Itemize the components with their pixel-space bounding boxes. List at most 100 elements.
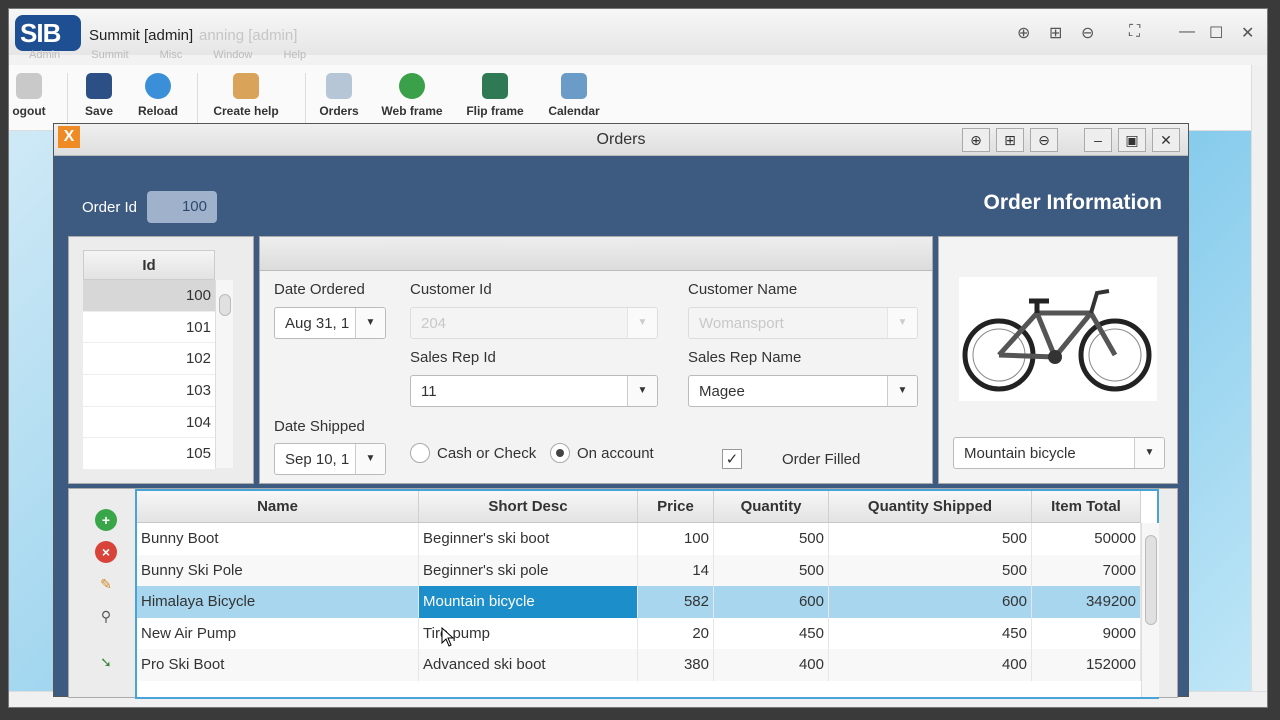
frame-minimize-icon[interactable]: –: [1084, 128, 1112, 152]
orders-button[interactable]: Orders: [317, 73, 361, 118]
cash-or-check-radio[interactable]: [410, 443, 430, 463]
search-icon[interactable]: ⚲: [95, 605, 117, 627]
id-row[interactable]: 102: [83, 343, 215, 376]
chevron-down-icon[interactable]: ▼: [355, 444, 385, 474]
chevron-down-icon[interactable]: ▼: [1134, 438, 1164, 468]
fit-icon[interactable]: ⊞: [1049, 23, 1062, 43]
id-row[interactable]: 101: [83, 311, 215, 344]
frame-zoom-in-icon[interactable]: ⊕: [962, 128, 990, 152]
cell-item-total[interactable]: 152000: [1032, 649, 1141, 681]
cell-price[interactable]: 14: [638, 554, 714, 587]
id-list-scrollbar[interactable]: [215, 280, 233, 468]
scrollbar-thumb[interactable]: [219, 294, 231, 316]
cell-item-total[interactable]: 7000: [1032, 554, 1141, 587]
scrollbar-thumb[interactable]: [1145, 535, 1157, 625]
menu-admin[interactable]: Admin: [29, 49, 60, 61]
cell-quantity[interactable]: 500: [714, 523, 829, 555]
cell-short-desc[interactable]: Beginner's ski pole: [419, 554, 638, 587]
fullscreen-icon[interactable]: ⛶: [1129, 23, 1140, 41]
order-filled-checkbox[interactable]: ✓: [722, 449, 742, 469]
id-row[interactable]: 105: [83, 438, 215, 471]
minimize-icon[interactable]: —: [1179, 23, 1195, 41]
cell-price[interactable]: 20: [638, 617, 714, 650]
edit-icon[interactable]: ✎: [95, 573, 117, 595]
cell-quantity[interactable]: 600: [714, 586, 829, 618]
maximize-icon[interactable]: ☐: [1209, 23, 1223, 43]
calendar-button[interactable]: Calendar: [545, 73, 603, 118]
close-icon[interactable]: ✕: [1241, 23, 1254, 43]
on-account-label[interactable]: On account: [577, 445, 654, 462]
cell-name[interactable]: New Air Pump: [137, 617, 419, 650]
save-button[interactable]: Save: [79, 73, 119, 118]
create-help-button[interactable]: Create help: [209, 73, 283, 118]
id-row[interactable]: 104: [83, 406, 215, 439]
order-id-field[interactable]: 100: [147, 191, 217, 223]
menu-summit[interactable]: Summit: [91, 49, 128, 61]
cell-name[interactable]: Himalaya Bicycle: [137, 586, 419, 618]
cell-quantity-shipped[interactable]: 600: [829, 586, 1032, 618]
cell-short-desc[interactable]: Beginner's ski boot: [419, 523, 638, 555]
table-row[interactable]: Bunny Ski Pole Beginner's ski pole 14 50…: [137, 554, 1141, 587]
web-frame-button[interactable]: Web frame: [379, 73, 445, 118]
add-icon[interactable]: +: [95, 509, 117, 531]
table-row[interactable]: Bunny Boot Beginner's ski boot 100 500 5…: [137, 523, 1141, 555]
column-header-name[interactable]: Name: [137, 491, 419, 522]
frame-zoom-out-icon[interactable]: ⊖: [1030, 128, 1058, 152]
chevron-down-icon[interactable]: ▼: [887, 376, 917, 406]
chevron-down-icon[interactable]: ▼: [355, 308, 385, 338]
cell-name[interactable]: Bunny Boot: [137, 523, 419, 555]
items-table-scrollbar[interactable]: [1141, 523, 1159, 697]
id-column-header[interactable]: Id: [83, 250, 215, 280]
logout-button[interactable]: ogout: [9, 73, 49, 118]
cell-name[interactable]: Bunny Ski Pole: [137, 554, 419, 587]
cell-name[interactable]: Pro Ski Boot: [137, 649, 419, 681]
table-row[interactable]: Pro Ski Boot Advanced ski boot 380 400 4…: [137, 649, 1141, 681]
sales-rep-id-select[interactable]: 11 ▼: [410, 375, 658, 407]
table-row[interactable]: New Air Pump Tire pump 20 450 450 9000: [137, 617, 1141, 650]
menu-help[interactable]: Help: [283, 49, 306, 61]
cell-item-total[interactable]: 50000: [1032, 523, 1141, 555]
menu-misc[interactable]: Misc: [160, 49, 183, 61]
date-shipped-picker[interactable]: Sep 10, 1 ▼: [274, 443, 386, 475]
cell-quantity[interactable]: 400: [714, 649, 829, 681]
sales-rep-name-select[interactable]: Magee ▼: [688, 375, 918, 407]
cell-price[interactable]: 100: [638, 523, 714, 555]
orders-title-bar[interactable]: X Orders ⊕ ⊞ ⊖ – ▣ ✕: [54, 124, 1188, 156]
frame-maximize-icon[interactable]: ▣: [1118, 128, 1146, 152]
flip-frame-button[interactable]: Flip frame: [463, 73, 527, 118]
cell-short-desc[interactable]: Advanced ski boot: [419, 649, 638, 681]
cell-item-total[interactable]: 349200: [1032, 586, 1141, 618]
column-header-short-desc[interactable]: Short Desc: [419, 491, 638, 522]
table-row-selected[interactable]: Himalaya Bicycle Mountain bicycle 582 60…: [137, 586, 1141, 618]
product-select[interactable]: Mountain bicycle ▼: [953, 437, 1165, 469]
column-header-price[interactable]: Price: [638, 491, 714, 522]
vertical-scrollbar[interactable]: [1251, 65, 1267, 695]
column-header-item-total[interactable]: Item Total: [1032, 491, 1141, 522]
cell-quantity-shipped[interactable]: 450: [829, 617, 1032, 650]
frame-fit-icon[interactable]: ⊞: [996, 128, 1024, 152]
date-ordered-picker[interactable]: Aug 31, 1 ▼: [274, 307, 386, 339]
column-header-quantity-shipped[interactable]: Quantity Shipped: [829, 491, 1032, 522]
cell-quantity-shipped[interactable]: 400: [829, 649, 1032, 681]
cell-item-total[interactable]: 9000: [1032, 617, 1141, 650]
cell-price[interactable]: 380: [638, 649, 714, 681]
zoom-in-icon[interactable]: ⊕: [1017, 23, 1030, 43]
menu-window[interactable]: Window: [213, 49, 252, 61]
frame-close-icon[interactable]: ✕: [1152, 128, 1180, 152]
delete-icon[interactable]: ×: [95, 541, 117, 563]
export-icon[interactable]: ➘: [95, 651, 117, 673]
cell-quantity[interactable]: 450: [714, 617, 829, 650]
id-row[interactable]: 100: [83, 280, 215, 312]
cell-price[interactable]: 582: [638, 586, 714, 618]
cell-quantity-shipped[interactable]: 500: [829, 554, 1032, 587]
on-account-radio[interactable]: [550, 443, 570, 463]
reload-button[interactable]: Reload: [133, 73, 183, 118]
chevron-down-icon[interactable]: ▼: [627, 376, 657, 406]
cell-quantity-shipped[interactable]: 500: [829, 523, 1032, 555]
cash-or-check-label[interactable]: Cash or Check: [437, 445, 536, 462]
column-header-quantity[interactable]: Quantity: [714, 491, 829, 522]
zoom-out-icon[interactable]: ⊖: [1081, 23, 1094, 43]
cell-quantity[interactable]: 500: [714, 554, 829, 587]
id-row[interactable]: 103: [83, 375, 215, 407]
cell-short-desc[interactable]: Mountain bicycle: [419, 586, 638, 618]
